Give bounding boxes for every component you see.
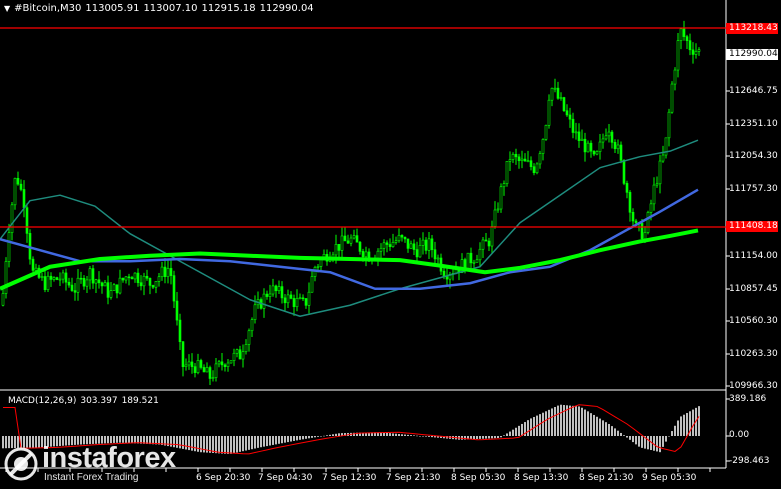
price-tick-label: 110857.45 <box>729 284 778 294</box>
time-tick-label: 7 Sep 21:30 <box>386 473 441 483</box>
time-tick-label: 7 Sep 12:30 <box>322 473 377 483</box>
macd-scale-zero: 0.00 <box>729 430 750 440</box>
chart-window[interactable]: ▼ #Bitcoin,M30 113005.91 113007.10 11291… <box>0 0 781 489</box>
price-tick-label: 110560.30 <box>729 316 778 326</box>
instaforex-logo: instaforex Instant Forex Trading <box>4 444 176 484</box>
symbol-label: #Bitcoin,M30 <box>14 3 82 14</box>
macd-indicator-label: MACD(12,26,9) 303.397 189.521 <box>8 396 159 406</box>
macd-main-value: 303.397 <box>80 396 118 406</box>
close-value: 112990.04 <box>259 3 314 14</box>
logo-brand-text: instaforex <box>42 442 176 474</box>
price-chart[interactable] <box>0 0 781 489</box>
price-tick-label: 110263.30 <box>729 349 778 359</box>
high-value: 113007.10 <box>143 3 198 14</box>
price-tick-label: 109966.30 <box>729 381 778 391</box>
logo-tagline: Instant Forex Trading <box>44 472 139 483</box>
chart-title-bar: ▼ #Bitcoin,M30 113005.91 113007.10 11291… <box>4 3 314 14</box>
open-value: 113005.91 <box>85 3 140 14</box>
price-tick-label: 111757.30 <box>729 184 778 194</box>
moving-averages <box>0 139 699 318</box>
support-price-label: 111408.18 <box>726 221 778 232</box>
collapse-triangle-icon[interactable]: ▼ <box>4 4 10 13</box>
price-tick-label: 112351.10 <box>729 119 778 129</box>
macd-scale-bottom: -298.463 <box>729 456 770 466</box>
candlestick-series <box>1 20 701 386</box>
macd-name: MACD(12,26,9) <box>8 396 77 406</box>
price-scale-ticks <box>726 90 730 462</box>
time-tick-label: 8 Sep 05:30 <box>451 473 506 483</box>
price-tick-label: 112646.75 <box>729 86 778 96</box>
time-tick-label: 7 Sep 04:30 <box>258 473 313 483</box>
instaforex-logo-icon <box>4 447 38 481</box>
current-price-label: 112990.04 <box>726 49 778 60</box>
price-tick-label: 112054.30 <box>729 151 778 161</box>
resistance-price-label: 113218.43 <box>726 23 778 34</box>
low-value: 112915.18 <box>201 3 256 14</box>
time-tick-label: 8 Sep 21:30 <box>579 473 634 483</box>
time-tick-label: 9 Sep 05:30 <box>642 473 697 483</box>
price-tick-label: 111154.00 <box>729 251 778 261</box>
macd-signal-value: 189.521 <box>121 396 159 406</box>
time-tick-label: 8 Sep 13:30 <box>514 473 569 483</box>
time-tick-label: 6 Sep 20:30 <box>196 473 251 483</box>
macd-scale-top: 389.186 <box>729 394 767 404</box>
